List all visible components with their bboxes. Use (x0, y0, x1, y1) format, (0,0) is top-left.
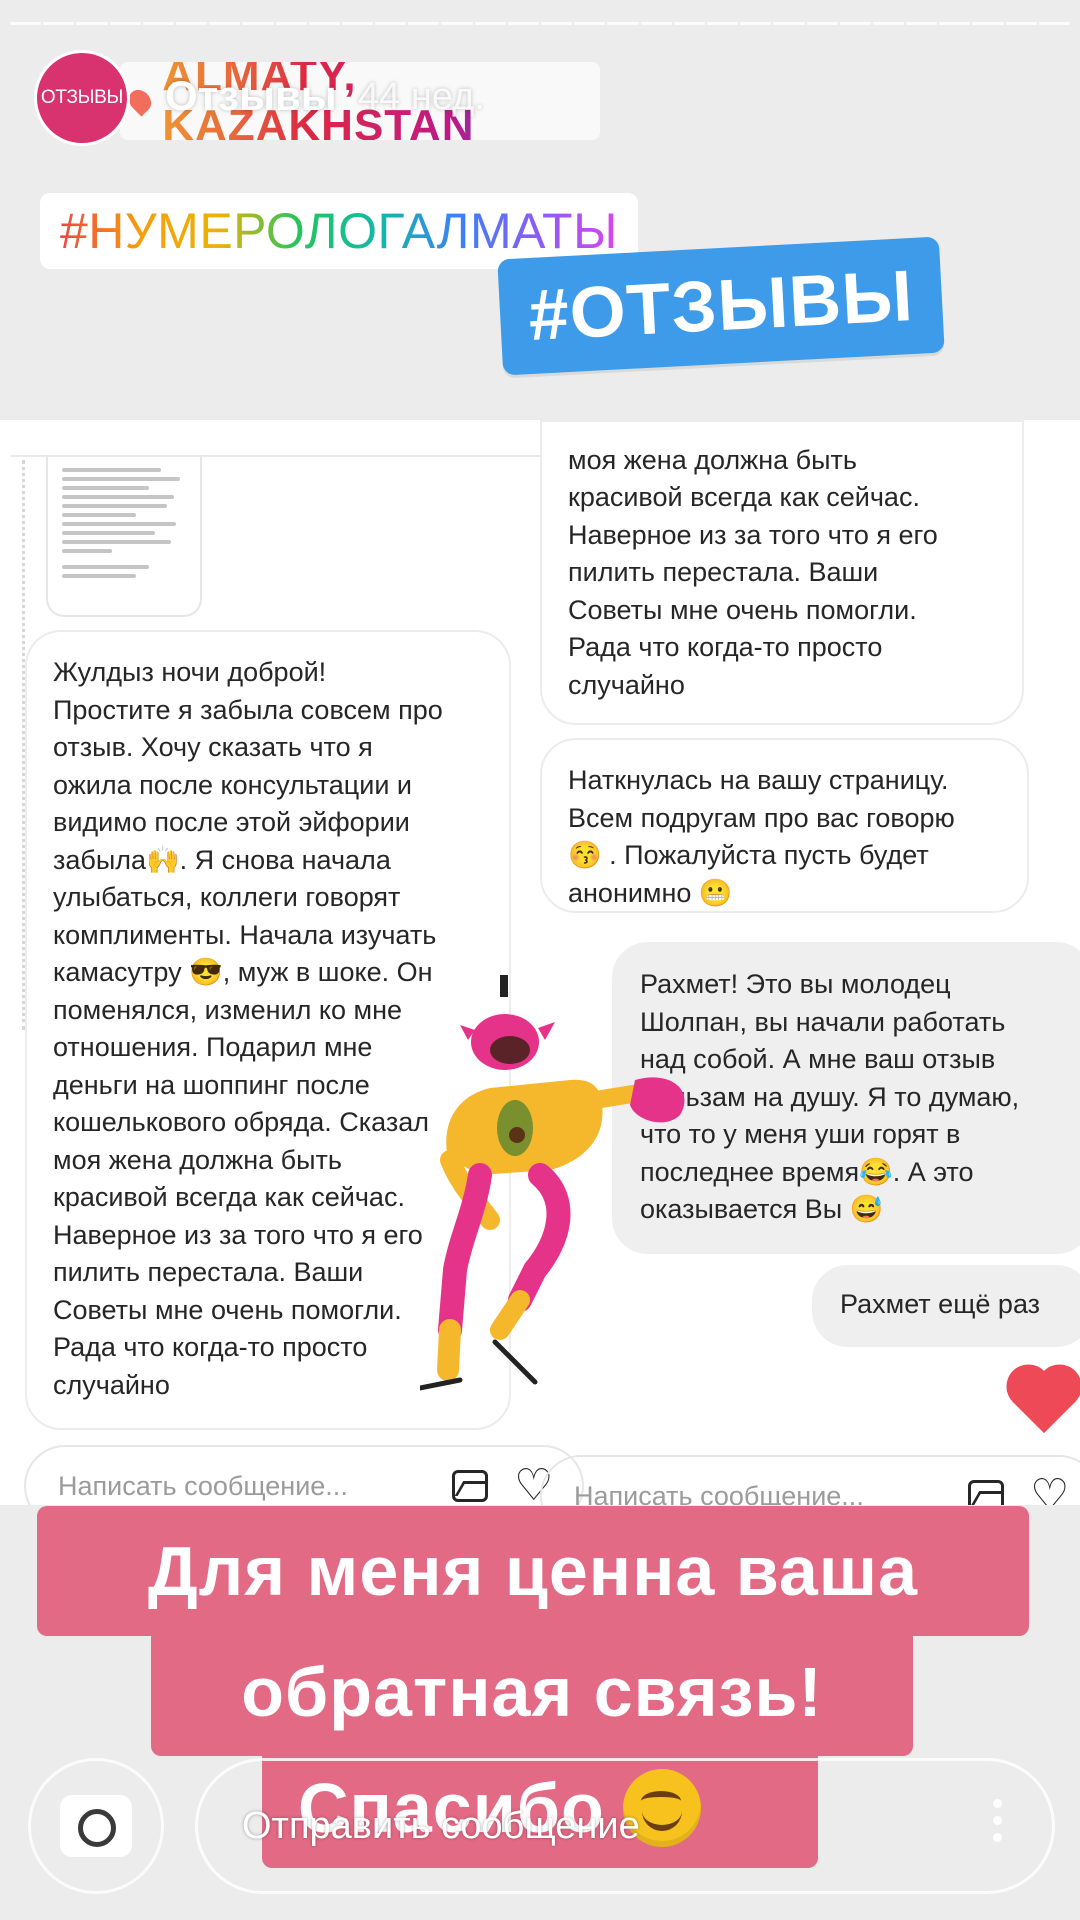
progress-segment (706, 22, 739, 25)
progress-segment (1038, 22, 1070, 25)
progress-segment (806, 22, 838, 25)
avatar-label: ОТЗЫВЫ (40, 87, 124, 108)
progress-segment (175, 22, 208, 25)
progress-segment (308, 22, 340, 25)
hashtag-sticker-text: #ОТЗЫВЫ (526, 255, 916, 357)
send-message-placeholder: Отправить сообщение (242, 1804, 640, 1847)
message-bubble-received: Жулдыз ночи доброй! Простите я забыла со… (25, 630, 511, 1430)
progress-segment (1005, 22, 1037, 25)
story-timestamp: 44 нед. (358, 76, 485, 118)
progress-segment (574, 22, 606, 25)
message-text: моя жена должна быть красивой всегда как… (568, 444, 938, 700)
composer-placeholder: Написать сообщение... (58, 1470, 348, 1501)
progress-segment (640, 22, 672, 25)
progress-segment (109, 22, 141, 25)
progress-segment (872, 22, 905, 25)
progress-segment (76, 22, 108, 25)
heart-outline-icon[interactable] (1030, 1478, 1068, 1505)
story-progress-bar (10, 22, 1070, 26)
progress-segment (740, 22, 772, 25)
message-composer[interactable]: Написать сообщение... (540, 1455, 1080, 1505)
progress-segment (43, 22, 75, 25)
progress-segment (408, 22, 440, 25)
progress-segment (275, 22, 307, 25)
progress-segment (142, 22, 174, 25)
caption-line-2: обратная связь! (151, 1628, 913, 1756)
shared-post-thumbnail (46, 455, 202, 617)
progress-segment (607, 22, 639, 25)
progress-segment (773, 22, 805, 25)
hashtag-sticker-otzyvy[interactable]: #ОТЗЫВЫ (497, 236, 945, 376)
hashtag-sticker-text: #НУМЕРОЛОГАЛМАТЫ (60, 203, 618, 259)
story-username[interactable]: Отзывы (165, 72, 337, 120)
chat-screenshots: Жулдыз ночи доброй! Простите я забыла со… (0, 420, 1080, 1505)
message-bubble-received: Наткнулась на вашу страницу. Всем подруг… (540, 738, 1029, 913)
progress-segment (839, 22, 871, 25)
caption-line-1: Для меня ценна ваша (37, 1506, 1029, 1636)
camera-icon (60, 1795, 132, 1857)
gallery-icon[interactable] (452, 1470, 488, 1502)
progress-segment (341, 22, 374, 25)
like-heart-icon (1012, 1370, 1076, 1434)
message-bubble-received: моя жена должна быть красивой всегда как… (540, 420, 1024, 725)
progress-segment (972, 22, 1004, 25)
message-bubble-sent: Рахмет! Это вы молодец Шолпан, вы начали… (612, 942, 1080, 1254)
progress-segment (906, 22, 938, 25)
message-bubble-sent: Рахмет ещё раз (812, 1265, 1080, 1347)
progress-segment (541, 22, 573, 25)
progress-segment (939, 22, 971, 25)
more-options-icon[interactable] (993, 1799, 1002, 1842)
avatar[interactable]: ОТЗЫВЫ (34, 50, 130, 146)
progress-segment (10, 22, 42, 25)
progress-segment (507, 22, 539, 25)
progress-segment (441, 22, 473, 25)
progress-segment (209, 22, 241, 25)
composer-placeholder: Написать сообщение... (574, 1480, 864, 1506)
send-message-input[interactable]: Отправить сообщение (195, 1758, 1055, 1894)
progress-segment (242, 22, 274, 25)
camera-button[interactable] (28, 1758, 164, 1894)
progress-segment (474, 22, 506, 25)
gallery-icon[interactable] (968, 1480, 1004, 1505)
progress-segment (673, 22, 705, 25)
progress-segment (375, 22, 407, 25)
message-composer[interactable]: Написать сообщение... (24, 1445, 584, 1505)
